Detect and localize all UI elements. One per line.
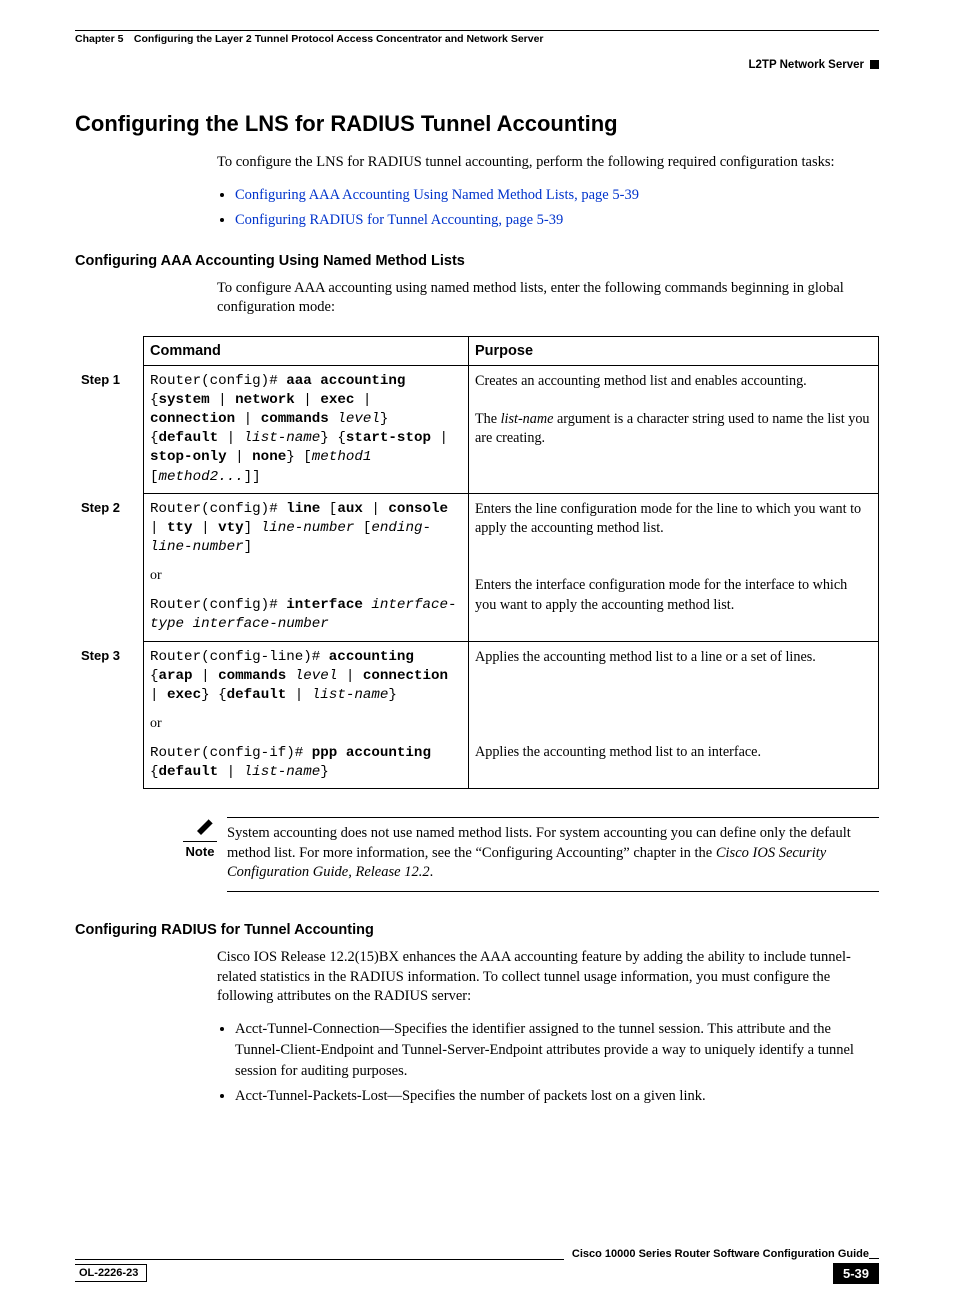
note-icon: [167, 817, 217, 839]
xref-link[interactable]: Configuring RADIUS for Tunnel Accounting…: [235, 212, 563, 228]
purpose-cell: Enters the line configuration mode for t…: [469, 493, 879, 641]
footer-doc-id: OL-2226-23: [75, 1264, 147, 1282]
subsection-heading: Configuring RADIUS for Tunnel Accounting: [75, 922, 879, 938]
list-item: Configuring RADIUS for Tunnel Accounting…: [235, 210, 879, 231]
step-label: Step 3: [75, 641, 144, 789]
section-title-text: L2TP Network Server: [749, 59, 864, 71]
subsection-intro: To configure AAA accounting using named …: [217, 279, 879, 318]
table-header-command: Command: [144, 336, 469, 365]
purpose-cell: Applies the accounting method list to a …: [469, 641, 879, 789]
section-title-right: L2TP Network Server: [75, 59, 879, 71]
subsection-intro: Cisco IOS Release 12.2(15)BX enhances th…: [217, 948, 879, 1007]
step-label: Step 2: [75, 493, 144, 641]
step-label: Step 1: [75, 365, 144, 493]
note-text: System accounting does not use named met…: [227, 817, 879, 892]
table-row: Step 3 Router(config-line)# accounting {…: [75, 641, 879, 789]
table-row: Step 2 Router(config)# line [aux | conso…: [75, 493, 879, 641]
command-cell: Router(config-line)# accounting {arap | …: [144, 641, 469, 789]
command-cell: Router(config)# line [aux | console | tt…: [144, 493, 469, 641]
attribute-list: Acct-Tunnel-Connection—Specifies the ide…: [217, 1019, 879, 1107]
command-table: Command Purpose Step 1 Router(config)# a…: [75, 336, 879, 790]
note-label: Note: [183, 841, 217, 859]
table-header-purpose: Purpose: [469, 336, 879, 365]
intro-paragraph: To configure the LNS for RADIUS tunnel a…: [217, 153, 879, 173]
footer-guide-title: Cisco 10000 Series Router Software Confi…: [564, 1248, 869, 1260]
command-cell: Router(config)# aaa accounting {system |…: [144, 365, 469, 493]
xref-link[interactable]: Configuring AAA Accounting Using Named M…: [235, 187, 639, 203]
table-header-empty: [75, 336, 144, 365]
intro-link-list: Configuring AAA Accounting Using Named M…: [217, 185, 879, 231]
note-block: Note System accounting does not use name…: [167, 817, 879, 892]
chapter-header: Chapter 5 Configuring the Layer 2 Tunnel…: [75, 33, 879, 45]
list-item: Configuring AAA Accounting Using Named M…: [235, 185, 879, 206]
list-item: Acct-Tunnel-Packets-Lost—Specifies the n…: [235, 1086, 879, 1107]
subsection-heading: Configuring AAA Accounting Using Named M…: [75, 253, 879, 269]
footer-page-number: 5-39: [833, 1263, 879, 1284]
list-item: Acct-Tunnel-Connection—Specifies the ide…: [235, 1019, 879, 1082]
page-footer: Cisco 10000 Series Router Software Confi…: [75, 1247, 879, 1284]
purpose-cell: Creates an accounting method list and en…: [469, 365, 879, 493]
page-title: Configuring the LNS for RADIUS Tunnel Ac…: [75, 111, 879, 137]
table-row: Step 1 Router(config)# aaa accounting {s…: [75, 365, 879, 493]
section-marker-icon: [870, 60, 879, 69]
